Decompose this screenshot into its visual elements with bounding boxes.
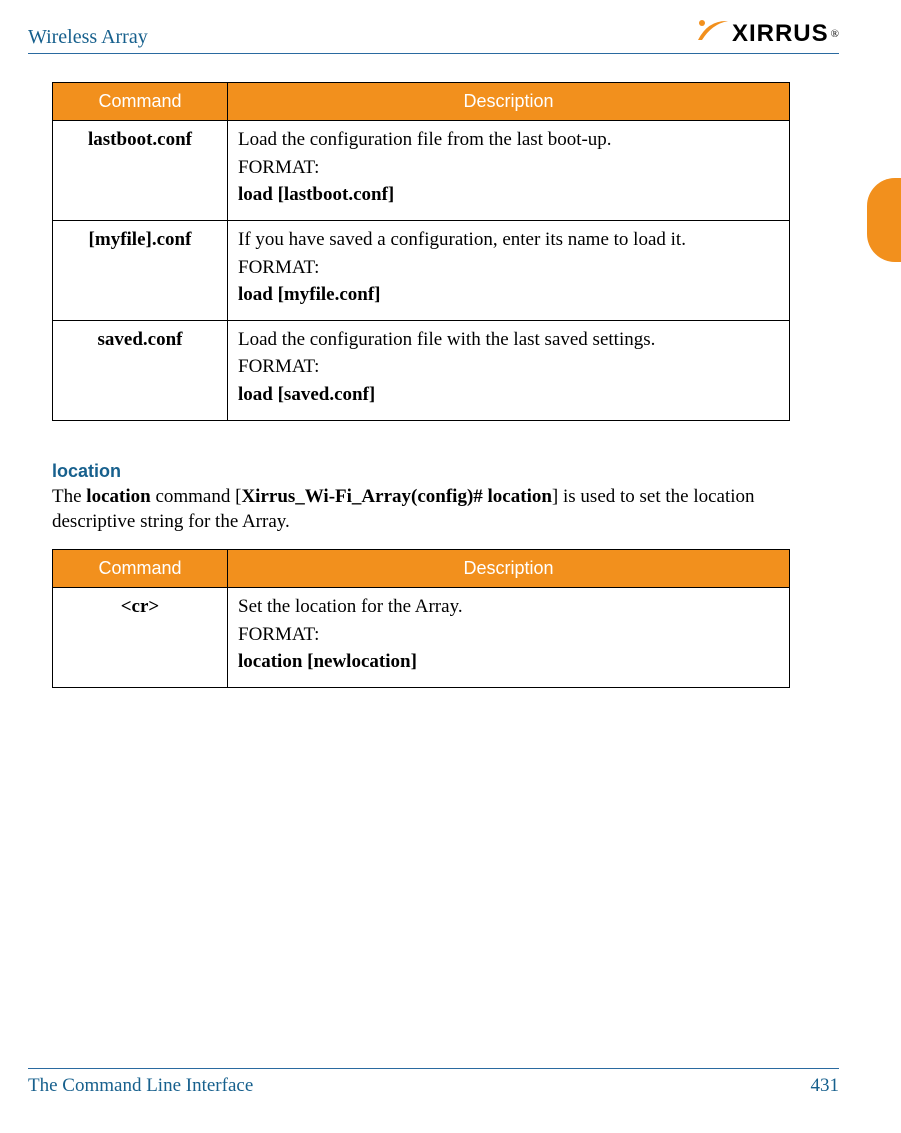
cmd-cell: <cr> [53,588,228,688]
format-text: load [lastboot.conf] [238,182,779,208]
desc-text: If you have saved a configuration, enter… [238,227,779,253]
brand-text: XIRRUS [732,20,829,48]
cmd-cell: lastboot.conf [53,121,228,221]
para-text: The [52,486,86,507]
col-header-command: Command [53,83,228,121]
footer-bar: The Command Line Interface 431 [28,1068,839,1097]
command-table-2: Command Description <cr> Set the locatio… [52,549,790,688]
table-row: lastboot.conf Load the configuration fil… [53,121,790,221]
desc-cell: Set the location for the Array. FORMAT: … [228,588,790,688]
format-text: load [saved.conf] [238,382,779,408]
format-text: location [newlocation] [238,649,779,675]
doc-title: Wireless Array [28,26,148,49]
para-text: command [ [151,486,242,507]
page-number: 431 [811,1075,840,1097]
cmd-cell: saved.conf [53,320,228,420]
header-bar: Wireless Array XIRRUS ® [28,18,839,54]
format-label: FORMAT: [238,155,779,181]
table-row: <cr> Set the location for the Array. FOR… [53,588,790,688]
desc-text: Set the location for the Array. [238,594,779,620]
format-text: load [myfile.conf] [238,282,779,308]
section-paragraph: The location command [Xirrus_Wi-Fi_Array… [52,484,839,535]
format-label: FORMAT: [238,354,779,380]
format-label: FORMAT: [238,622,779,648]
desc-text: Load the configuration file with the las… [238,327,779,353]
brand-logo: XIRRUS ® [696,18,839,49]
footer-section-title: The Command Line Interface [28,1075,253,1097]
table-row: [myfile].conf If you have saved a config… [53,220,790,320]
logo-swoosh-icon [696,18,730,49]
side-tab-icon [867,178,901,262]
col-header-description: Description [228,550,790,588]
para-bold: Xirrus_Wi-Fi_Array(config)# location [241,486,551,507]
cmd-cell: [myfile].conf [53,220,228,320]
command-table-1: Command Description lastboot.conf Load t… [52,82,790,421]
section-heading: location [52,461,839,482]
desc-text: Load the configuration file from the las… [238,127,779,153]
para-bold: location [86,486,150,507]
table-row: saved.conf Load the configuration file w… [53,320,790,420]
col-header-description: Description [228,83,790,121]
registered-icon: ® [831,28,839,40]
desc-cell: Load the configuration file with the las… [228,320,790,420]
desc-cell: If you have saved a configuration, enter… [228,220,790,320]
format-label: FORMAT: [238,255,779,281]
desc-cell: Load the configuration file from the las… [228,121,790,221]
col-header-command: Command [53,550,228,588]
